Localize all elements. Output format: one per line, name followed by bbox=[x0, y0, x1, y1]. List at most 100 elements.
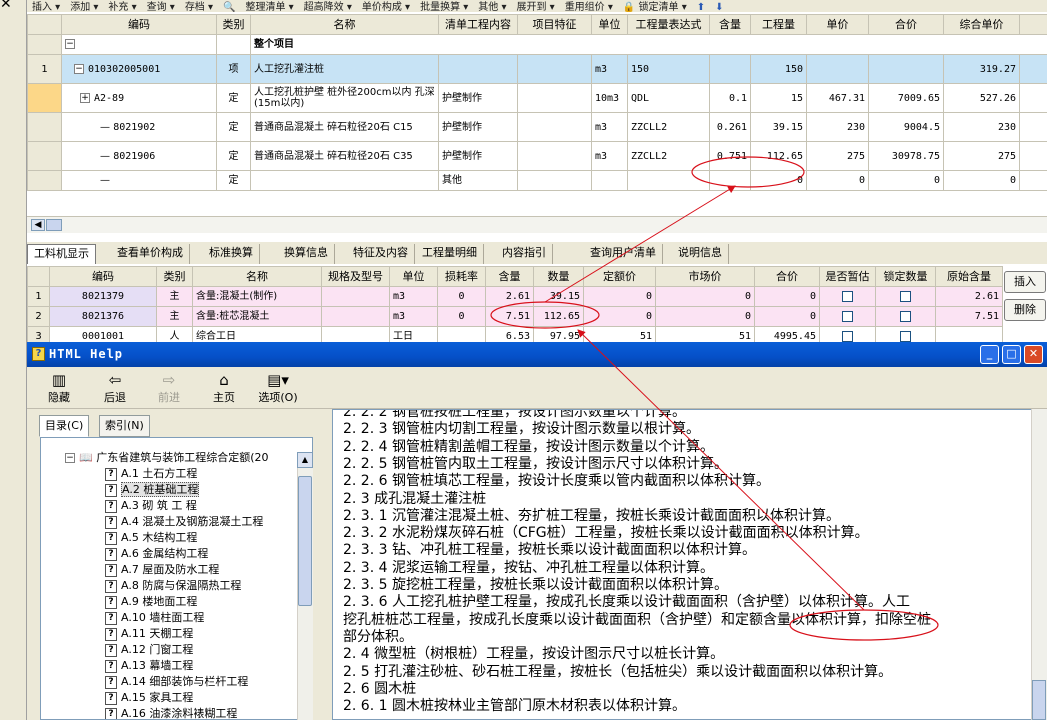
table-row[interactable]: 1 8021379 主含量:混凝土(制作) m3 0 2.61 39.15 0 0 0 2.61 bbox=[27, 286, 1003, 307]
toolbar-item-2[interactable]: 补充 ▾ bbox=[103, 3, 141, 13]
toolbar-item-11[interactable]: 展开到 ▾ bbox=[511, 3, 559, 13]
collapse-icon[interactable]: − bbox=[65, 39, 75, 49]
grid1-header-3[interactable]: 名称 bbox=[250, 14, 439, 35]
checkbox[interactable] bbox=[900, 310, 911, 322]
help-title-bar[interactable]: ? HTML Help _ □ ✕ bbox=[27, 342, 1047, 367]
cell-code[interactable]: 8021376 bbox=[49, 306, 157, 327]
cell-code[interactable]: −010302005001 bbox=[61, 54, 217, 84]
cell-unit[interactable] bbox=[591, 170, 628, 191]
cell-feature[interactable] bbox=[517, 54, 592, 84]
tab-3[interactable]: 换算信息 bbox=[278, 244, 335, 264]
tree-item[interactable]: ? A.8 防腐与保温隔热工程 bbox=[105, 578, 241, 594]
cell-unit[interactable]: m3 bbox=[389, 306, 438, 327]
cell-unit_price[interactable]: 319.27 bbox=[943, 54, 1020, 84]
cell-market[interactable]: 0 bbox=[655, 286, 755, 307]
tree-item[interactable]: ? A.2 桩基础工程 bbox=[105, 482, 200, 498]
minimize-icon[interactable]: _ bbox=[980, 345, 999, 364]
grid2-header-9[interactable]: 定额价 bbox=[583, 266, 656, 287]
cell-est[interactable] bbox=[819, 306, 876, 327]
grid2-header-14[interactable]: 原始含量 bbox=[935, 266, 1003, 287]
cell-lock[interactable] bbox=[875, 286, 936, 307]
cell-qty[interactable] bbox=[709, 54, 751, 84]
cell-expr[interactable] bbox=[627, 170, 710, 191]
cell-price[interactable]: 230 bbox=[806, 112, 869, 142]
forward-button[interactable]: ⇨ 前进 bbox=[149, 371, 189, 405]
cell-unit[interactable]: m3 bbox=[591, 54, 628, 84]
cell-type[interactable]: 主 bbox=[156, 286, 193, 307]
toolbar-item-0[interactable]: 插入 ▾ bbox=[27, 3, 65, 13]
grid1-header-1[interactable]: 编码 bbox=[61, 14, 217, 35]
cell-count[interactable]: 39.15 bbox=[533, 286, 584, 307]
cell-expr[interactable]: ZZCLL2 bbox=[627, 141, 710, 171]
cell-total[interactable] bbox=[868, 54, 944, 84]
tab-8[interactable]: 说明信息 bbox=[672, 244, 729, 264]
tree-item[interactable]: ? A.10 墙柱面工程 bbox=[105, 610, 204, 626]
expand-icon[interactable]: + bbox=[80, 92, 90, 103]
grid1-header-8[interactable]: 含量 bbox=[709, 14, 751, 35]
toolbar-item-12[interactable]: 重用组价 ▾ bbox=[560, 3, 618, 13]
cell-amount[interactable]: 112.65 bbox=[750, 141, 807, 171]
cell-amount[interactable]: 150 bbox=[750, 54, 807, 84]
tab-7[interactable]: 查询用户清单 bbox=[584, 244, 663, 264]
grid1-group-row[interactable]: − 整个项目 bbox=[27, 34, 1047, 55]
cell-spec[interactable] bbox=[321, 286, 390, 307]
grid2-header-6[interactable]: 损耗率 bbox=[437, 266, 486, 287]
cell-total[interactable]: 0 bbox=[754, 306, 820, 327]
cell-price[interactable]: 467.31 bbox=[806, 83, 869, 113]
cell-unit_price[interactable]: 275 bbox=[943, 141, 1020, 171]
toolbar-item-3[interactable]: 查询 ▾ bbox=[142, 3, 180, 13]
scroll-thumb[interactable] bbox=[46, 219, 62, 231]
tree-item[interactable]: ? A.6 金属结构工程 bbox=[105, 546, 208, 562]
cell-type[interactable]: 主 bbox=[156, 306, 193, 327]
cell-unit_price[interactable]: 230 bbox=[943, 112, 1020, 142]
options-button[interactable]: ▤▾ 选项(O) bbox=[253, 371, 303, 405]
maximize-icon[interactable]: □ bbox=[1002, 345, 1021, 364]
cell-type[interactable]: 定 bbox=[216, 170, 251, 191]
cell-expr[interactable]: QDL bbox=[627, 83, 710, 113]
grid1-header-12[interactable]: 综合单价 bbox=[943, 14, 1020, 35]
cell-unit[interactable]: m3 bbox=[591, 112, 628, 142]
tree-root[interactable]: − 📖 广东省建筑与装饰工程综合定额(20 bbox=[65, 450, 269, 466]
window-close-icon[interactable]: ✕ bbox=[1024, 345, 1043, 364]
toolbar-item-7[interactable]: 超高降效 ▾ bbox=[299, 3, 357, 13]
tree-item[interactable]: ? A.1 土石方工程 bbox=[105, 466, 197, 482]
grid1-header-6[interactable]: 单位 bbox=[591, 14, 628, 35]
table-row[interactable]: — 8021906 定普通商品混凝土 碎石粒径20石 C35 护壁制作 m3 ZZCLL… bbox=[27, 141, 1047, 171]
grid1-header-5[interactable]: 项目特征 bbox=[517, 14, 592, 35]
toolbar-item-5[interactable]: 🔍 bbox=[218, 3, 240, 13]
toolbar-item-1[interactable]: 添加 ▾ bbox=[65, 3, 103, 13]
toolbar-item-15[interactable]: ⬇ bbox=[710, 3, 728, 13]
close-icon[interactable]: ✕ bbox=[0, 0, 12, 12]
tab-2[interactable]: 标准换算 bbox=[203, 244, 260, 264]
cell-name[interactable]: 含量:桩芯混凝土 bbox=[192, 306, 322, 327]
grid1-header-11[interactable]: 合价 bbox=[868, 14, 944, 35]
content-scroll-thumb[interactable] bbox=[1032, 680, 1046, 720]
tab-6[interactable]: 内容指引 bbox=[496, 244, 553, 264]
hide-button[interactable]: ▥ 隐藏 bbox=[39, 371, 79, 405]
cell-feature[interactable] bbox=[517, 170, 592, 191]
checkbox[interactable] bbox=[842, 290, 853, 302]
grid1-header-2[interactable]: 类别 bbox=[216, 14, 251, 35]
cell-name[interactable]: 含量:混凝土(制作) bbox=[192, 286, 322, 307]
cell-content[interactable]: 护壁制作 bbox=[438, 141, 518, 171]
tree-item[interactable]: ? A.3 砌 筑 工 程 bbox=[105, 498, 197, 514]
cell-unit_price[interactable]: 0 bbox=[943, 170, 1020, 191]
cell-expr[interactable]: 150 bbox=[627, 54, 710, 84]
checkbox[interactable] bbox=[900, 330, 911, 342]
checkbox[interactable] bbox=[842, 310, 853, 322]
collapse-icon[interactable]: − bbox=[74, 63, 84, 74]
cell-qty[interactable]: 0.751 bbox=[709, 141, 751, 171]
cell-code[interactable]: + A2-89 bbox=[61, 83, 217, 113]
cell-total[interactable]: 0 bbox=[868, 170, 944, 191]
table-row[interactable]: — 8021902 定普通商品混凝土 碎石粒径20石 C15 护壁制作 m3 ZZCLL… bbox=[27, 112, 1047, 142]
cell-market[interactable]: 0 bbox=[655, 306, 755, 327]
cell-content[interactable] bbox=[438, 54, 518, 84]
tree-item[interactable]: ? A.5 木结构工程 bbox=[105, 530, 197, 546]
toolbar-item-9[interactable]: 批量换算 ▾ bbox=[415, 3, 473, 13]
cell-type[interactable]: 定 bbox=[216, 141, 251, 171]
cell-code[interactable]: — 8021902 bbox=[61, 112, 217, 142]
collapse-icon[interactable]: − bbox=[65, 453, 75, 463]
grid1-header-4[interactable]: 清单工程内容 bbox=[438, 14, 518, 35]
cell-name[interactable]: 普通商品混凝土 碎石粒径20石 C15 bbox=[250, 112, 439, 142]
grid1-header-9[interactable]: 工程量 bbox=[750, 14, 807, 35]
